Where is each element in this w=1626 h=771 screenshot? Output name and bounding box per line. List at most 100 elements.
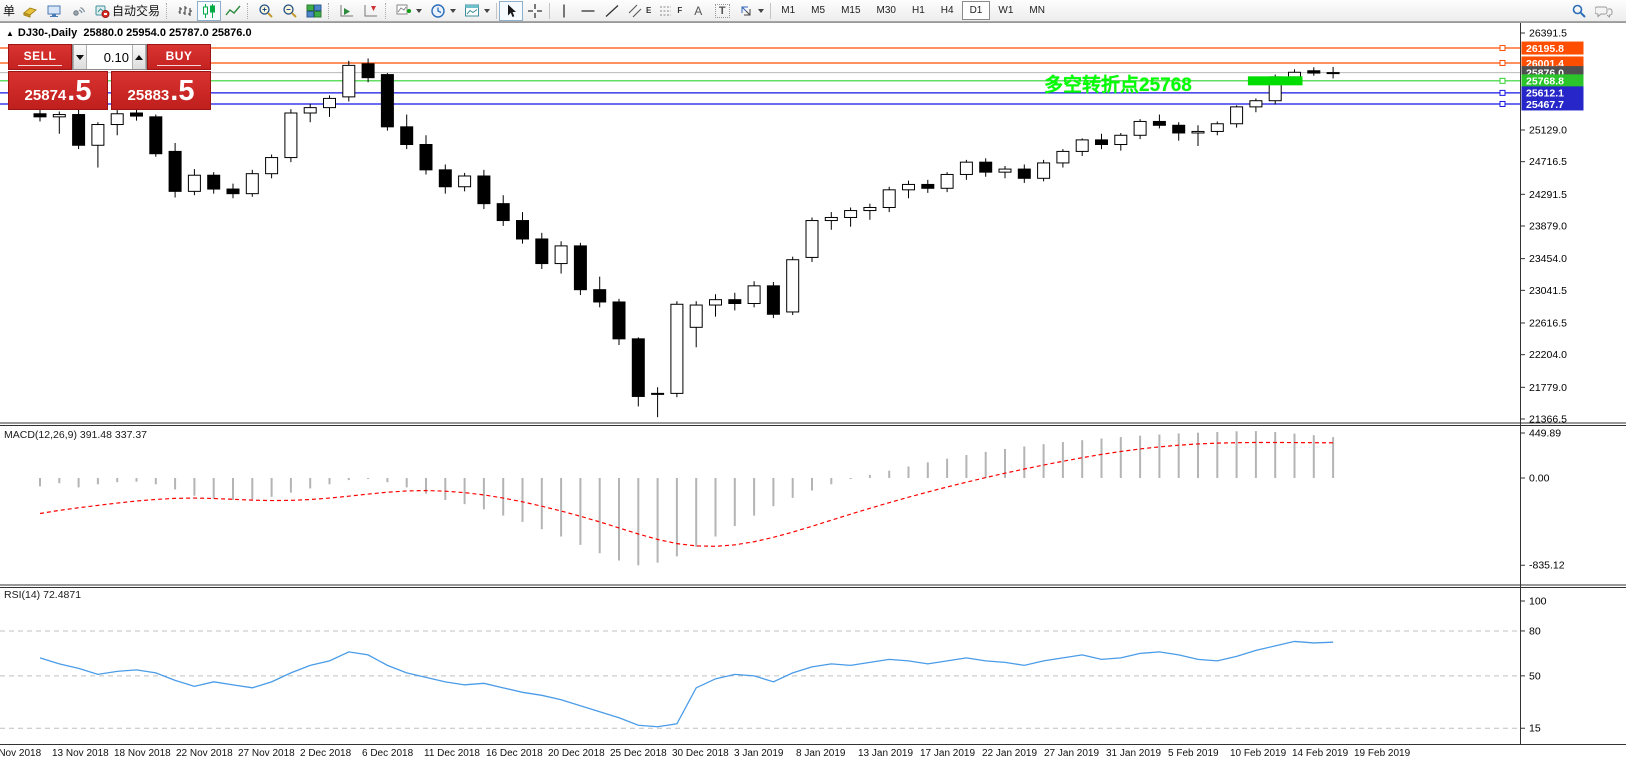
fibonacci-button[interactable]: F [655,1,686,21]
macd-label: MACD(12,26,9) 391.48 337.37 [4,429,147,441]
arrows-button[interactable] [734,1,768,21]
horizontal-line-button[interactable] [576,1,600,21]
buy-price-big-digit: .5 [170,77,194,106]
volume-decrease-button[interactable] [73,45,87,69]
candle-body [999,169,1011,172]
highlight-segment[interactable] [1248,76,1303,85]
search-button[interactable] [1567,1,1591,21]
candle-body [439,170,451,187]
date-label: 13 Nov 2018 [52,748,109,759]
auto-scroll-button[interactable] [335,1,359,21]
toolbar-grip [166,3,171,19]
timeframe-m30-button[interactable]: M30 [869,1,904,20]
timeframe-mn-button[interactable]: MN [1021,1,1053,20]
timeframe-d1-button[interactable]: D1 [962,1,991,20]
sell-price-main: 25874 [25,88,67,103]
toolbar-grip [247,3,252,19]
timeframe-h4-button[interactable]: H4 [933,1,962,20]
candle-body [864,207,876,210]
candle-body [903,184,915,189]
time-axis[interactable]: 8 Nov 201813 Nov 201818 Nov 201822 Nov 2… [0,748,1626,764]
line-chart-button[interactable] [221,1,245,21]
timeframe-m15-button[interactable]: M15 [833,1,868,20]
candle-body [1076,140,1088,152]
vertical-line-button[interactable] [552,1,576,21]
candle-body [304,108,316,113]
bar-chart-button[interactable] [173,1,197,21]
date-label: 20 Dec 2018 [548,748,605,759]
line-handle[interactable] [1500,101,1505,106]
timeframe-m5-button[interactable]: M5 [803,1,833,20]
price-tick-label: 21779.0 [1529,382,1567,394]
chart-canvas[interactable]: 26391.525129.024716.524291.523879.023454… [0,0,1626,771]
new-chart-button[interactable] [42,1,66,21]
sell-button[interactable]: SELL [8,44,72,70]
timeframe-m1-button[interactable]: M1 [773,1,803,20]
text-button[interactable]: A [686,1,710,21]
timeframe-w1-button[interactable]: W1 [990,1,1021,20]
channel-letter: E [646,6,651,15]
chevron-down-icon [450,9,456,13]
buy-button[interactable]: BUY [147,44,211,70]
price-line-label-text: 25768.8 [1526,76,1564,88]
trendline-button[interactable] [600,1,624,21]
line-handle[interactable] [1500,46,1505,51]
tile-windows-button[interactable] [302,1,326,21]
chat-button[interactable] [1591,1,1617,21]
auto-trading-button[interactable]: 自动交易 [90,1,164,21]
horizontal-line-icon [580,3,596,19]
candle-body [652,393,664,394]
deposit-button[interactable] [18,1,42,21]
candle-body [941,174,953,188]
line-handle[interactable] [1500,60,1505,65]
mt4-window: 单 自动交易 [0,0,1626,771]
channel-icon [628,3,644,19]
date-label: 6 Dec 2018 [362,748,413,759]
ohlc-values: 25880.0 25954.0 25787.0 25876.0 [83,27,251,39]
text-icon: A [694,4,702,18]
cursor-button[interactable] [499,1,523,21]
candle-body [787,260,799,312]
new-order-text[interactable]: 单 [3,2,15,19]
annotation-text[interactable]: 多空转折点25768 [1044,70,1192,97]
sell-price-big-digit: .5 [67,77,91,106]
volume-stepper [72,44,147,70]
text-label-button[interactable]: T [710,1,734,21]
chart-shift-button[interactable] [359,1,383,21]
buy-price-display[interactable]: 25883.5 [111,71,211,110]
candlestick-chart-button[interactable] [197,1,221,21]
chart-shift-icon [363,3,379,19]
indicators-button[interactable] [392,1,426,21]
candle-body [169,151,181,191]
signals-button[interactable] [66,1,90,21]
date-label: 8 Jan 2019 [796,748,846,759]
sell-price-display[interactable]: 25874.5 [8,71,108,110]
date-label: 31 Jan 2019 [1106,748,1161,759]
line-handle[interactable] [1500,90,1505,95]
zoom-out-button[interactable] [278,1,302,21]
date-label: 22 Jan 2019 [982,748,1037,759]
volume-input[interactable] [87,45,132,69]
equidistant-channel-button[interactable]: E [624,1,655,21]
crosshair-button[interactable] [523,1,547,21]
line-handle[interactable] [1500,78,1505,83]
chevron-down-icon [416,9,422,13]
volume-increase-button[interactable] [132,45,146,69]
candle-body [34,114,46,117]
candle-body [574,246,586,290]
candle-body [767,286,779,314]
candle-body [671,304,683,393]
candle-body [613,302,625,339]
chat-icon [1595,3,1613,19]
line-chart-icon [225,3,241,19]
candle-body [825,217,837,220]
toolbar-grip [328,3,333,19]
zoom-in-button[interactable] [254,1,278,21]
candle-body [555,246,567,264]
collapse-panel-icon[interactable]: ▲ [6,29,14,38]
gold-book-icon [22,3,38,19]
vertical-line-icon [556,3,572,19]
timeframe-h1-button[interactable]: H1 [904,1,933,20]
templates-button[interactable] [460,1,494,21]
periods-button[interactable] [426,1,460,21]
